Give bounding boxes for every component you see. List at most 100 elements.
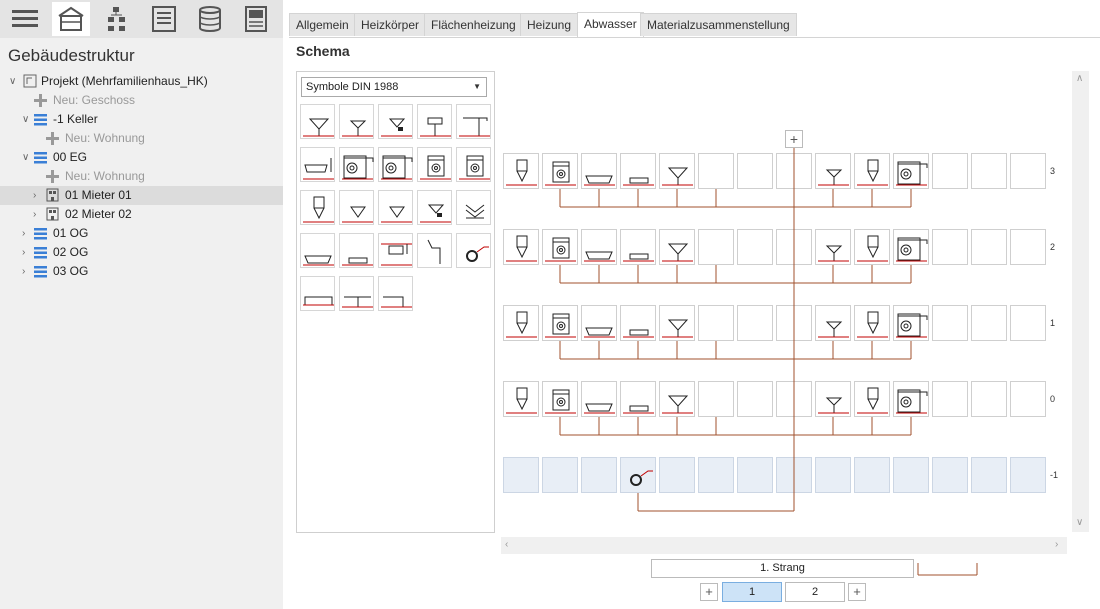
- tree-node-floor[interactable]: › 01 OG: [0, 224, 283, 243]
- menu-icon[interactable]: [6, 2, 44, 36]
- schema-cell[interactable]: [620, 153, 656, 189]
- schema-cell[interactable]: [659, 153, 695, 189]
- schema-cell[interactable]: [776, 153, 812, 189]
- tree-node-floor[interactable]: › 03 OG: [0, 262, 283, 281]
- schema-cell[interactable]: [581, 229, 617, 265]
- schema-cell[interactable]: [971, 229, 1007, 265]
- schema-cell[interactable]: [776, 381, 812, 417]
- schema-cell[interactable]: [698, 229, 734, 265]
- palette-symbol[interactable]: [300, 233, 335, 268]
- schema-cell[interactable]: [698, 381, 734, 417]
- schema-cell[interactable]: [659, 229, 695, 265]
- tree-node-add-floor[interactable]: Neu: Geschoss: [0, 91, 283, 110]
- schema-cell[interactable]: [542, 381, 578, 417]
- tab-materialzusammenstellung[interactable]: Materialzusammenstellung: [640, 13, 797, 36]
- schema-cell[interactable]: [815, 229, 851, 265]
- schema-cell[interactable]: [620, 381, 656, 417]
- schema-cell[interactable]: [581, 457, 617, 493]
- schema-cell[interactable]: [659, 381, 695, 417]
- symbol-set-select[interactable]: Symbole DIN 1988 ▼: [301, 77, 487, 97]
- schema-cell[interactable]: [815, 457, 851, 493]
- palette-symbol[interactable]: [417, 147, 452, 182]
- schema-cell[interactable]: [971, 381, 1007, 417]
- palette-symbol[interactable]: [417, 104, 452, 139]
- palette-symbol[interactable]: [339, 190, 374, 225]
- schema-cell[interactable]: [776, 457, 812, 493]
- strang-label[interactable]: 1. Strang: [651, 559, 914, 578]
- tree-node-apartment[interactable]: › 02 Mieter 02: [0, 205, 283, 224]
- schema-cell[interactable]: [737, 305, 773, 341]
- scroll-right-icon[interactable]: ›: [1055, 539, 1058, 550]
- schema-cell[interactable]: [1010, 229, 1046, 265]
- building-icon[interactable]: [52, 2, 90, 36]
- palette-symbol[interactable]: [300, 147, 335, 182]
- schema-cell[interactable]: [893, 153, 929, 189]
- tree-node-floor[interactable]: ∨ 00 EG: [0, 148, 283, 167]
- schema-cell[interactable]: [893, 457, 929, 493]
- hierarchy-icon[interactable]: [98, 2, 136, 36]
- palette-symbol[interactable]: [378, 147, 413, 182]
- palette-symbol[interactable]: [456, 147, 491, 182]
- tab-allgemein[interactable]: Allgemein: [289, 13, 356, 36]
- schema-cell[interactable]: [581, 381, 617, 417]
- chevron-down-icon[interactable]: ∨: [22, 148, 32, 167]
- tree-node-apartment[interactable]: › 01 Mieter 01: [0, 186, 283, 205]
- schema-cell[interactable]: [815, 153, 851, 189]
- schema-cell[interactable]: [932, 457, 968, 493]
- palette-symbol[interactable]: [456, 190, 491, 225]
- schema-cell[interactable]: [737, 153, 773, 189]
- scroll-down-icon[interactable]: ∨: [1076, 517, 1083, 528]
- schema-cell[interactable]: [1010, 457, 1046, 493]
- add-page-left-button[interactable]: +: [700, 583, 718, 601]
- schema-cell[interactable]: [1010, 153, 1046, 189]
- tab-heizung[interactable]: Heizung: [520, 13, 579, 36]
- palette-symbol[interactable]: [378, 276, 413, 311]
- palette-symbol[interactable]: [378, 190, 413, 225]
- schema-cell[interactable]: [932, 381, 968, 417]
- palette-symbol[interactable]: [300, 276, 335, 311]
- chevron-right-icon[interactable]: ›: [22, 262, 32, 281]
- palette-symbol[interactable]: [339, 147, 374, 182]
- palette-symbol[interactable]: [339, 104, 374, 139]
- list-icon[interactable]: [145, 2, 183, 36]
- schema-cell[interactable]: [971, 457, 1007, 493]
- schema-cell[interactable]: [854, 229, 890, 265]
- schema-cell[interactable]: [737, 381, 773, 417]
- chevron-right-icon[interactable]: ›: [22, 224, 32, 243]
- schema-cell[interactable]: [542, 305, 578, 341]
- schema-cell[interactable]: [542, 229, 578, 265]
- palette-symbol[interactable]: [300, 190, 335, 225]
- schema-cell[interactable]: [581, 305, 617, 341]
- palette-symbol[interactable]: [417, 190, 452, 225]
- tab-flaechenheizung[interactable]: Flächenheizung: [424, 13, 523, 36]
- palette-symbol[interactable]: [339, 233, 374, 268]
- schema-cell[interactable]: [854, 153, 890, 189]
- schema-cell[interactable]: [620, 457, 656, 493]
- schema-cell[interactable]: [698, 305, 734, 341]
- tree-node-add-apartment[interactable]: Neu: Wohnung: [0, 129, 283, 148]
- schema-cell[interactable]: [503, 457, 539, 493]
- page-tab-1[interactable]: 1: [722, 582, 782, 602]
- add-page-right-button[interactable]: +: [848, 583, 866, 601]
- schema-cell[interactable]: [971, 305, 1007, 341]
- scroll-up-icon[interactable]: ∧: [1076, 73, 1083, 84]
- tab-abwasser[interactable]: Abwasser: [577, 12, 644, 37]
- schema-cell[interactable]: [932, 153, 968, 189]
- chevron-right-icon[interactable]: ›: [33, 186, 43, 205]
- schema-cell[interactable]: [893, 381, 929, 417]
- schema-cell[interactable]: [1010, 381, 1046, 417]
- schema-cell[interactable]: [815, 381, 851, 417]
- palette-symbol[interactable]: [456, 104, 491, 139]
- schema-cell[interactable]: [503, 305, 539, 341]
- palette-symbol[interactable]: [378, 104, 413, 139]
- palette-symbol[interactable]: [339, 276, 374, 311]
- chevron-right-icon[interactable]: ›: [22, 243, 32, 262]
- chevron-down-icon[interactable]: ∨: [22, 110, 32, 129]
- schema-cell[interactable]: [893, 305, 929, 341]
- schema-cell[interactable]: [542, 457, 578, 493]
- schema-cell[interactable]: [503, 229, 539, 265]
- scroll-left-icon[interactable]: ‹: [505, 539, 508, 550]
- schema-cell[interactable]: [737, 457, 773, 493]
- schema-cell[interactable]: [854, 305, 890, 341]
- tab-heizkoerper[interactable]: Heizkörper: [354, 13, 427, 36]
